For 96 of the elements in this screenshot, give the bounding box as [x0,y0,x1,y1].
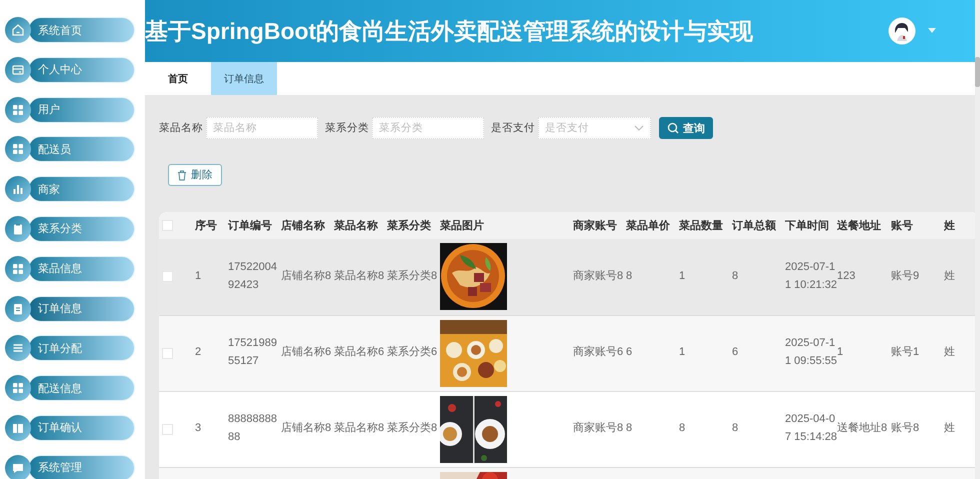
checkbox[interactable] [162,424,173,434]
sidebar-item[interactable]: 菜品信息 [28,256,135,282]
column-header[interactable]: 姓 [944,220,955,232]
column-header[interactable]: 店铺名称 [281,220,325,232]
column-header[interactable]: 菜品名称 [334,220,378,232]
avatar-icon[interactable] [888,17,916,45]
table-cell-text: 2025-07-11 09:55:55 [785,336,837,369]
wallet-icon [5,56,31,83]
table-cell-text: 3 [195,421,202,436]
field-label: 是否支付 [491,121,535,135]
system-title: 基于SpringBoot的食尚生活外卖配送管理系统的设计与实现 [145,16,754,46]
table-cell-text: 姓 [944,345,955,360]
table-cell-text: 店铺名称8 [281,268,332,284]
table-cell-text: 1752198955127 [228,336,278,369]
sidebar-item[interactable]: 配送员 [28,136,135,162]
table-cell-text: 商家账号8 [573,268,624,284]
sidebar-item[interactable]: 配送信息 [28,375,135,402]
sidebar-item[interactable]: 订单分配 [28,335,135,362]
checkbox[interactable] [162,220,173,231]
table-cell-text: 8888888888 [228,412,278,445]
table-cell-text: 店铺名称8 [281,420,332,436]
tab[interactable]: 首页 [145,62,211,95]
table-cell-text: 8 [626,268,632,284]
table-cell-text: 1 [837,345,844,360]
table-cell-text: 商家账号8 [573,420,624,436]
sidebar-item[interactable]: 个人中心 [28,56,135,83]
table-cell-text: 菜系分类8 [387,268,438,284]
grid-icon [5,375,31,402]
checkbox[interactable] [162,271,173,282]
sidebar-item[interactable]: 系统首页 [28,17,135,43]
sidebar-item[interactable]: 菜系分类 [28,216,135,242]
table-cell-text: 1752200492423 [228,260,278,293]
clipboard-icon [5,216,31,242]
table-cell-text: 8 [679,421,686,436]
column-header[interactable]: 订单编号 [228,220,272,232]
table-cell-text: 8 [626,421,632,436]
table-cell-text: 菜系分类8 [387,420,438,436]
table-cell-text: 账号1 [891,345,920,360]
table-cell-text: 商家账号6 [573,344,624,360]
table-cell-text: 姓 [944,421,955,436]
caret-icon[interactable] [928,28,936,34]
column-header[interactable]: 下单时间 [785,220,829,232]
checkbox[interactable] [162,348,173,358]
table-cell-text: 123 [837,268,856,284]
grid-icon [5,96,31,123]
home-icon [5,17,31,43]
table-cell-text: 8 [732,421,738,436]
column-header[interactable]: 菜系分类 [387,220,431,232]
sidebar-item[interactable]: 商家 [28,176,135,202]
table-cell-text: 菜品名称6 [334,345,384,360]
search-icon [667,122,679,134]
list-icon [5,335,31,362]
table-cell-text: 账号9 [891,268,920,284]
column-header[interactable]: 菜品数量 [679,220,723,232]
document-icon [5,296,31,322]
table-cell-text: 2025-07-11 10:21:32 [785,260,837,293]
input-field[interactable]: 菜品名称 [206,117,318,139]
table-cell-text: 1 [195,268,202,284]
scrollbar[interactable] [975,0,980,479]
field-label: 菜系分类 [325,121,369,135]
book-icon [5,414,31,441]
trash-icon [177,170,187,180]
table-cell-text: 2 [195,345,202,360]
table-cell-text: 1 [679,345,686,360]
delete-button[interactable]: 删除 [168,164,222,186]
table-cell-text: 菜系分类6 [387,344,438,360]
table-cell-text: 店铺名称6 [281,344,332,360]
sidebar-item[interactable]: 系统管理 [28,454,135,479]
table-cell-text: 姓 [944,268,955,284]
grid-icon [5,256,31,282]
table-cell-text: 菜品名称8 [334,421,384,436]
column-header[interactable]: 送餐地址 [837,220,881,232]
table-cell-text: 菜品名称8 [334,268,384,284]
column-header[interactable]: 菜品图片 [440,220,484,232]
tab[interactable]: 订单信息 [211,62,277,95]
column-header[interactable]: 商家账号 [573,220,617,232]
column-header[interactable]: 菜品单价 [626,220,670,232]
column-header[interactable]: 序号 [195,220,217,232]
table-cell-text: 8 [732,268,738,284]
search-button[interactable]: 查询 [659,117,713,139]
input-field[interactable]: 菜系分类 [372,117,484,139]
column-header[interactable]: 订单总额 [732,220,776,232]
column-header[interactable]: 账号 [891,220,913,232]
grid-icon [5,136,31,162]
field-label: 菜品名称 [159,121,203,135]
sidebar-item[interactable]: 用户 [28,96,135,123]
sidebar-item[interactable]: 订单确认 [28,414,135,441]
chevron-down-icon [634,125,644,131]
table-cell-text: 6 [732,345,738,360]
table-cell-text: 送餐地址8 [837,421,888,436]
table-cell-text: 2025-04-07 15:14:28 [785,412,837,445]
table-cell-text: 6 [626,345,632,360]
bar-chart-icon [5,176,31,202]
sidebar-item[interactable]: 订单信息 [28,296,135,322]
table-cell-text: 账号8 [891,421,920,436]
table-cell-text: 1 [679,268,686,284]
